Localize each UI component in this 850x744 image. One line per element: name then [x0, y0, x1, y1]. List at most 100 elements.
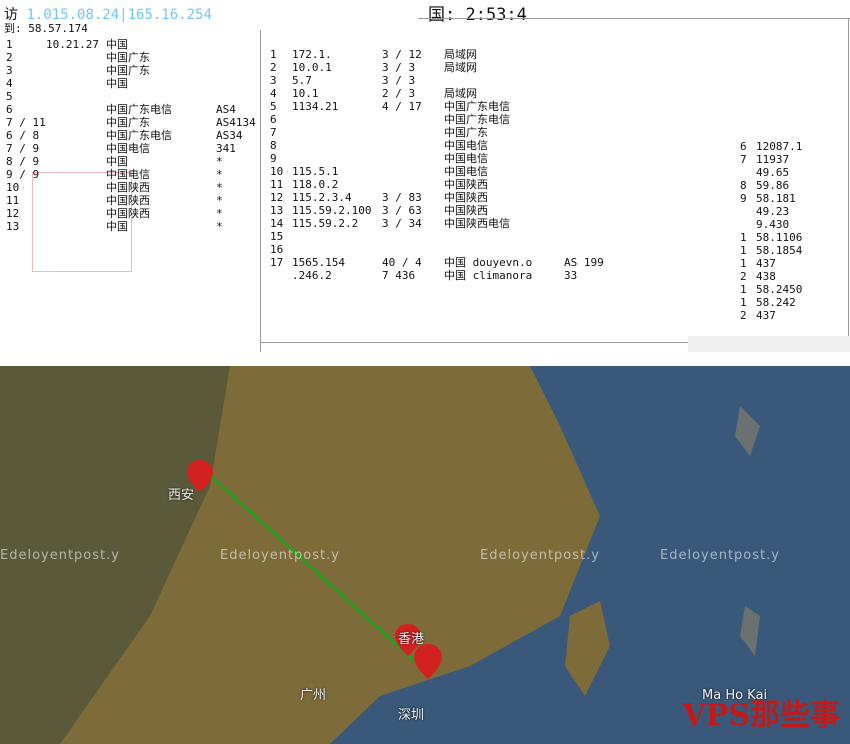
hop-asn: *	[216, 168, 223, 181]
hop-number: 3	[6, 64, 13, 77]
hop-geo: 中国广东	[106, 116, 150, 129]
hop-number: 8	[740, 179, 747, 192]
hop-asn: AS4	[216, 103, 236, 116]
hop-ip: 59.86	[756, 179, 790, 192]
hop-geo: 局域网	[444, 48, 477, 61]
hop-geo: 中国陕西电信	[444, 217, 510, 230]
trace-row: 10 115.5.1 中国电信	[270, 165, 614, 178]
hop-loss: 3 / 3	[382, 61, 416, 74]
trace-row: 49.65	[740, 166, 836, 179]
trace-row: 9 / 9 中国电信 *	[6, 168, 256, 181]
hop-geo: 中国	[106, 220, 128, 233]
trace-row: 14 115.59.2.2 3 / 34 中国陕西电信	[270, 217, 614, 230]
hop-ip: 115.2.3.4	[292, 191, 352, 204]
hop-number: 10	[6, 181, 20, 194]
hop-number: 11	[270, 178, 284, 191]
hop-geo: 中国电信	[444, 152, 488, 165]
hop-number: 8	[270, 139, 277, 152]
hop-ip: 437	[756, 257, 776, 270]
hop-number: 6	[270, 113, 277, 126]
hop-number: 2	[270, 61, 277, 74]
hop-ip: 12087.1	[756, 140, 803, 153]
watermark: Edeloyentpost.y	[480, 548, 600, 563]
hop-ip: 49.23	[756, 205, 790, 218]
hop-loss: 4 / 17	[382, 100, 422, 113]
hop-ip: 11937	[756, 153, 790, 166]
panel-shade	[688, 336, 850, 352]
hop-asn: *	[216, 155, 223, 168]
hop-number: 3	[270, 74, 277, 87]
hop-asn: *	[216, 207, 223, 220]
hop-number: 7 / 9	[6, 142, 40, 155]
hop-loss: 3 / 34	[382, 217, 422, 230]
trace-row: 2 438	[740, 270, 836, 283]
hop-geo: 中国 douyevn.o	[444, 256, 533, 269]
hop-ip: 49.65	[756, 166, 790, 179]
hop-geo: 中国广东电信	[444, 100, 510, 113]
hop-number: 2	[6, 51, 13, 64]
hop-geo: 中国广东电信	[444, 113, 510, 126]
trace-row: 8 / 9 中国 *	[6, 155, 256, 168]
trace-row: 9 58.181	[740, 192, 836, 205]
trace-title-secondary: 国: 2:53:4	[428, 5, 527, 25]
trace-row: 6 中国广东电信	[270, 113, 614, 126]
divider	[848, 18, 849, 338]
watermark: Edeloyentpost.y	[0, 548, 120, 563]
map-label-shenzhen: 深圳	[398, 708, 425, 723]
hop-ip: 10.0.1	[292, 61, 332, 74]
hop-number: 2	[740, 270, 747, 283]
hop-geo: 中国电信	[444, 139, 488, 152]
hop-number: 1	[270, 48, 277, 61]
map-label-hk: 香港	[398, 632, 425, 647]
trace-row: 16	[270, 243, 614, 256]
hop-ip: 58.181	[756, 192, 796, 205]
hop-ip: 5.7	[292, 74, 312, 87]
trace-row: 2 10.0.1 3 / 3 局域网	[270, 61, 614, 74]
hop-asn: 341	[216, 142, 236, 155]
hop-asn: *	[216, 181, 223, 194]
trace-subtitle: 到: 58.57.174	[4, 22, 88, 35]
hop-number: 7	[740, 153, 747, 166]
hop-loss: 40 / 4	[382, 256, 422, 269]
hop-number: 12	[6, 207, 20, 220]
hop-asn: AS34	[216, 129, 243, 142]
hop-asn: AS 199	[564, 256, 604, 269]
hop-number: 9	[740, 192, 747, 205]
hop-number: 1	[740, 244, 747, 257]
hop-number: 9	[270, 152, 277, 165]
trace-row: 1 58.1854	[740, 244, 836, 257]
hop-geo: 中国陕西	[106, 207, 150, 220]
trace-row: 5	[6, 90, 256, 103]
hop-asn: *	[216, 220, 223, 233]
trace-row: 1 172.1. 3 / 12 局域网	[270, 48, 614, 61]
hop-ip: 437	[756, 309, 776, 322]
trace-row: 9 中国电信	[270, 152, 614, 165]
hop-geo: 中国电信	[106, 168, 150, 181]
hop-geo: 局域网	[444, 87, 477, 100]
trace-row: 12 中国陕西 *	[6, 207, 256, 220]
hop-ip: 1565.154	[292, 256, 345, 269]
watermark: Edeloyentpost.y	[220, 548, 340, 563]
hop-number: 8 / 9	[6, 155, 40, 168]
trace-row: 1 58.242	[740, 296, 836, 309]
trace-table-right: 6 12087.1 7 11937 49.65 8 59.86 9 58.181 49.23 9.4…	[740, 140, 836, 322]
divider	[260, 30, 261, 352]
hop-loss: 2 / 3	[382, 87, 416, 100]
hop-number: 5	[270, 100, 277, 113]
hop-geo: 中国陕西	[444, 204, 488, 217]
trace-row: 11 118.0.2 中国陕西	[270, 178, 614, 191]
hop-ip: 58.2450	[756, 283, 803, 296]
hop-geo: 中国电信	[444, 165, 488, 178]
map-label-xian: 西安	[168, 488, 195, 503]
trace-row: 17 1565.154 40 / 4 中国 douyevn.o AS 199	[270, 256, 614, 269]
hop-ip: 10.1	[292, 87, 319, 100]
hop-loss: 3 / 12	[382, 48, 422, 61]
hop-ip: 172.1.	[292, 48, 332, 61]
hop-number: 13	[6, 220, 20, 233]
hop-number: 6	[6, 103, 13, 116]
trace-row: 13 115.59.2.100 3 / 63 中国陕西	[270, 204, 614, 217]
trace-table-mid: 1 172.1. 3 / 12 局域网 2 10.0.1 3 / 3 局域网 3 5.7 3 / 3…	[270, 48, 614, 282]
trace-row: 1 58.1106	[740, 231, 836, 244]
route-map[interactable]: Edeloyentpost.y Edeloyentpost.y Edeloyen…	[0, 366, 850, 744]
trace-row: 6 中国广东电信 AS4	[6, 103, 256, 116]
